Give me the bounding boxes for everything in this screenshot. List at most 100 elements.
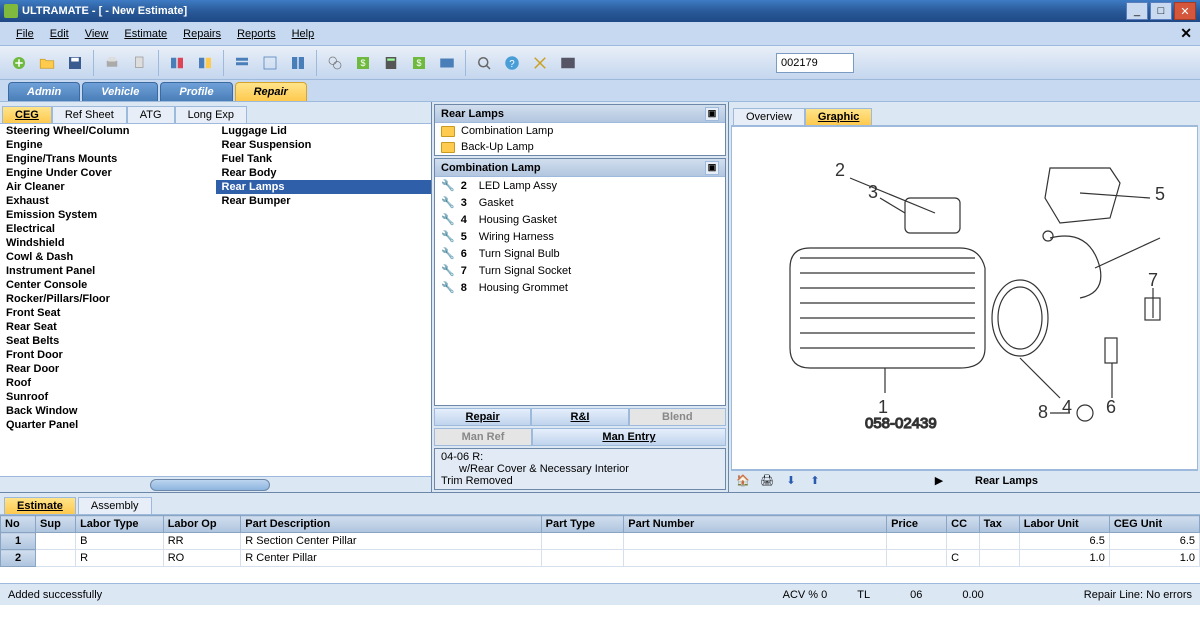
tree-item[interactable]: Luggage Lid (216, 124, 432, 138)
tree-item[interactable]: Air Cleaner (0, 180, 216, 194)
tab-repair[interactable]: Repair (235, 82, 307, 101)
part-item[interactable]: 🔧6Turn Signal Bulb (435, 245, 725, 262)
tree-item[interactable]: Windshield (0, 236, 216, 250)
money2-button[interactable]: $ (406, 50, 432, 76)
tree-item[interactable]: Instrument Panel (0, 264, 216, 278)
part-item[interactable]: 🔧4Housing Gasket (435, 211, 725, 228)
part-item[interactable]: 🔧2LED Lamp Assy (435, 177, 725, 194)
menu-help[interactable]: Help (284, 26, 323, 42)
tab-admin[interactable]: Admin (8, 82, 80, 101)
copy-button[interactable] (127, 50, 153, 76)
tree-item[interactable]: Rear Bumper (216, 194, 432, 208)
menu-repairs[interactable]: Repairs (175, 26, 229, 42)
print-icon[interactable]: 🖨 (759, 473, 775, 489)
tab-profile[interactable]: Profile (160, 82, 232, 101)
manref-op-button[interactable]: Man Ref (434, 428, 532, 446)
column-header[interactable]: Part Number (624, 516, 887, 533)
tools-button[interactable] (527, 50, 553, 76)
part-item[interactable]: 🔧7Turn Signal Socket (435, 262, 725, 279)
tab-vehicle[interactable]: Vehicle (82, 82, 158, 101)
part-item[interactable]: 🔧5Wiring Harness (435, 228, 725, 245)
menu-edit[interactable]: Edit (42, 26, 77, 42)
tree-item[interactable]: Electrical (0, 222, 216, 236)
tree-item[interactable]: Rear Suspension (216, 138, 432, 152)
tree-item[interactable]: Roof (0, 376, 216, 390)
home-icon[interactable]: 🏠 (735, 473, 751, 489)
search-button[interactable] (471, 50, 497, 76)
save-button[interactable] (62, 50, 88, 76)
collapse-icon[interactable]: ▣ (705, 107, 719, 121)
tool-a-button[interactable] (164, 50, 190, 76)
tree-item[interactable]: Rear Door (0, 362, 216, 376)
tree-item[interactable]: Quarter Panel (0, 418, 216, 432)
tree-item[interactable]: Rear Lamps (216, 180, 432, 194)
part-item[interactable]: 🔧8Housing Grommet (435, 279, 725, 296)
arrow-down-icon[interactable]: ⬇ (783, 473, 799, 489)
tree-item[interactable]: Engine/Trans Mounts (0, 152, 216, 166)
tool-b-button[interactable] (192, 50, 218, 76)
tab-graphic[interactable]: Graphic (805, 108, 873, 125)
part-item[interactable]: 🔧3Gasket (435, 194, 725, 211)
play-icon[interactable]: ▶ (931, 473, 947, 489)
search-input[interactable] (776, 53, 854, 73)
tree-item[interactable]: Center Console (0, 278, 216, 292)
tree-item[interactable]: Engine (0, 138, 216, 152)
column-header[interactable]: Part Description (241, 516, 541, 533)
arrow-up-icon[interactable]: ⬆ (807, 473, 823, 489)
money1-button[interactable]: $ (350, 50, 376, 76)
tree-item[interactable]: Rocker/Pillars/Floor (0, 292, 216, 306)
tree-item[interactable]: Rear Body (216, 166, 432, 180)
tree-item[interactable]: Rear Seat (0, 320, 216, 334)
column-header[interactable]: Labor Unit (1019, 516, 1109, 533)
ri-op-button[interactable]: R&I (531, 408, 628, 426)
column-header[interactable]: Labor Type (76, 516, 164, 533)
folder-item[interactable]: Combination Lamp (435, 123, 725, 139)
close-button[interactable]: ✕ (1174, 2, 1196, 20)
tree-item[interactable]: Steering Wheel/Column (0, 124, 216, 138)
parts-button[interactable] (322, 50, 348, 76)
mdi-close-button[interactable]: ✕ (1180, 25, 1192, 42)
calc-button[interactable] (378, 50, 404, 76)
grid3-button[interactable] (285, 50, 311, 76)
subtab-atg[interactable]: ATG (127, 106, 175, 123)
tree-item[interactable]: Fuel Tank (216, 152, 432, 166)
print-button[interactable] (99, 50, 125, 76)
column-header[interactable]: Part Type (541, 516, 624, 533)
tree-item[interactable]: Back Window (0, 404, 216, 418)
column-header[interactable]: Price (887, 516, 947, 533)
tree-item[interactable]: Emission System (0, 208, 216, 222)
table-row[interactable]: 2RROR Center PillarC1.01.0 (1, 550, 1200, 567)
tree-item[interactable]: Engine Under Cover (0, 166, 216, 180)
grid1-button[interactable] (229, 50, 255, 76)
grid2-button[interactable] (257, 50, 283, 76)
subtab-longexp[interactable]: Long Exp (175, 106, 247, 123)
tab-assembly[interactable]: Assembly (78, 497, 152, 514)
menu-view[interactable]: View (77, 26, 117, 42)
tab-overview[interactable]: Overview (733, 108, 805, 125)
tree-item[interactable]: Front Seat (0, 306, 216, 320)
help-button[interactable]: ? (499, 50, 525, 76)
collapse-icon[interactable]: ▣ (705, 161, 719, 175)
menu-estimate[interactable]: Estimate (116, 26, 175, 42)
table-row[interactable]: 1BRRR Section Center Pillar6.56.5 (1, 533, 1200, 550)
scrollbar-thumb[interactable] (150, 479, 270, 491)
menu-reports[interactable]: Reports (229, 26, 284, 42)
tab-estimate[interactable]: Estimate (4, 497, 76, 514)
tree-item[interactable]: Seat Belts (0, 334, 216, 348)
manentry-op-button[interactable]: Man Entry (532, 428, 726, 446)
folder-item[interactable]: Back-Up Lamp (435, 139, 725, 155)
subtab-refsheet[interactable]: Ref Sheet (52, 106, 127, 123)
column-header[interactable]: Labor Op (163, 516, 241, 533)
minimize-button[interactable]: _ (1126, 2, 1148, 20)
tree-item[interactable]: Front Door (0, 348, 216, 362)
repair-op-button[interactable]: Repair (434, 408, 531, 426)
maximize-button[interactable]: □ (1150, 2, 1172, 20)
column-header[interactable]: No (1, 516, 36, 533)
column-header[interactable]: Sup (36, 516, 76, 533)
new-button[interactable] (6, 50, 32, 76)
cppro-button[interactable] (555, 50, 581, 76)
rmc-button[interactable] (434, 50, 460, 76)
column-header[interactable]: Tax (979, 516, 1019, 533)
horizontal-scrollbar[interactable] (0, 476, 431, 492)
tree-item[interactable]: Exhaust (0, 194, 216, 208)
